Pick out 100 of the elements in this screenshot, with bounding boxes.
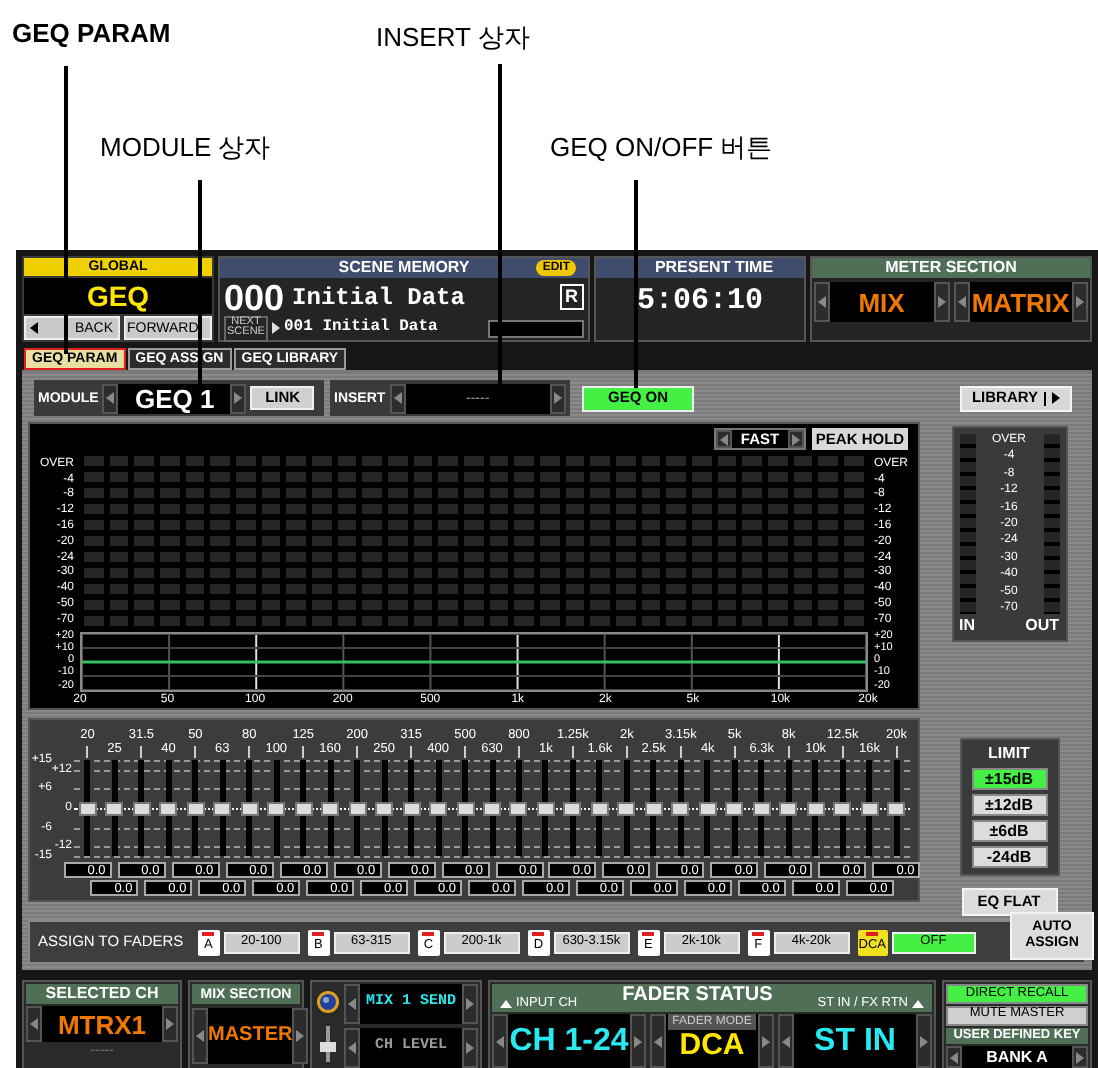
up-triangle-icon: [912, 1000, 924, 1009]
fader-knob[interactable]: [456, 801, 475, 815]
fader-knob[interactable]: [590, 801, 609, 815]
fader-knob[interactable]: [887, 801, 906, 815]
left-triangle-icon: [30, 1018, 38, 1030]
fader-knob[interactable]: [725, 801, 744, 815]
fader-icon: [320, 1026, 336, 1062]
previous-button[interactable]: [953, 282, 969, 322]
previous-button[interactable]: [192, 1008, 208, 1064]
next-button[interactable]: [550, 383, 566, 413]
meter-label: OUT: [1025, 618, 1059, 634]
fader-knob[interactable]: [617, 801, 636, 815]
limit-option[interactable]: ±6dB: [971, 820, 1047, 842]
next-button[interactable]: [230, 383, 247, 413]
previous-button[interactable]: [26, 1006, 42, 1042]
right-triangle-icon: [466, 1042, 474, 1054]
fader-knob[interactable]: [294, 801, 313, 815]
right-triangle-icon: [762, 1035, 770, 1048]
fader-knob[interactable]: [671, 801, 690, 815]
right-triangle-icon: [1076, 296, 1084, 308]
empty-display: [488, 319, 584, 337]
meter-source: MATRIX: [969, 282, 1072, 322]
previous-button[interactable]: [102, 383, 119, 413]
next-button[interactable]: [462, 984, 478, 1024]
next-button[interactable]: [292, 1008, 309, 1064]
fader-knob[interactable]: [429, 801, 448, 815]
limit-option[interactable]: ±15dB: [971, 768, 1047, 790]
fader-knob[interactable]: [644, 801, 663, 815]
limit-option[interactable]: -24dB: [971, 846, 1047, 868]
next-scene-name: 001 Initial Data: [284, 320, 438, 336]
previous-button[interactable]: [946, 1046, 962, 1068]
limit-label: LIMIT: [988, 746, 1030, 762]
mix-value: MASTER: [208, 1008, 293, 1064]
next-button[interactable]: [758, 1014, 774, 1068]
previous-button[interactable]: [389, 383, 406, 413]
module-value: GEQ 1: [118, 383, 231, 413]
scene-number: 000: [224, 279, 285, 315]
right-triangle-icon: [554, 392, 562, 404]
fader-knob[interactable]: [267, 801, 286, 815]
fader-knob[interactable]: [375, 801, 394, 815]
fader-value: ST IN: [794, 1014, 916, 1068]
fader-knob[interactable]: [509, 801, 528, 815]
right-triangle-icon: [937, 296, 945, 308]
fader-knob[interactable]: [536, 801, 555, 815]
panel-title: SELECTED CH: [26, 984, 178, 1004]
next-button[interactable]: [630, 1014, 646, 1068]
next-button[interactable]: [162, 1006, 178, 1042]
fader-knob[interactable]: [348, 801, 367, 815]
next-button[interactable]: [916, 1014, 932, 1068]
fader-knob[interactable]: [806, 801, 825, 815]
previous-button[interactable]: [344, 1028, 360, 1068]
previous-button[interactable]: [650, 1014, 666, 1068]
fader-knob[interactable]: [402, 801, 421, 815]
up-triangle-icon: [500, 1000, 512, 1009]
scene-name: Initial Data: [292, 285, 465, 309]
previous-button[interactable]: [344, 984, 360, 1024]
fader-knob[interactable]: [698, 801, 717, 815]
limit-option[interactable]: ±12dB: [971, 794, 1047, 816]
right-triangle-icon: [1076, 1051, 1084, 1064]
fader-knob[interactable]: [321, 801, 340, 815]
previous-button[interactable]: [492, 1014, 508, 1068]
callout-label: GEQ PARAM: [12, 20, 171, 46]
fader-knob[interactable]: [78, 801, 97, 815]
fader-knob[interactable]: [483, 801, 501, 815]
right-triangle-icon: [296, 1030, 305, 1042]
next-button[interactable]: [788, 430, 804, 448]
next-button[interactable]: [462, 1028, 478, 1068]
fader-knob[interactable]: [752, 801, 771, 815]
right-triangle-icon: [272, 322, 280, 334]
channel-value: MTRX1: [42, 1006, 162, 1042]
fader-knob[interactable]: [240, 801, 259, 815]
panel-title: SCENE MEMORY: [338, 260, 470, 276]
left-triangle-icon: [393, 392, 402, 404]
fader-knob[interactable]: [159, 801, 178, 815]
next-button[interactable]: [1072, 1046, 1088, 1068]
left-triangle-icon: [654, 1035, 662, 1048]
time-display: 5:06:10: [634, 281, 765, 321]
right-triangle-icon: [466, 998, 474, 1010]
left-triangle-icon: [957, 296, 965, 308]
fader-knob[interactable]: [779, 801, 798, 815]
previous-button[interactable]: [778, 1014, 794, 1068]
fader-knob[interactable]: [563, 801, 582, 815]
meter-label: IN: [959, 618, 975, 634]
screen-name: GEQ: [24, 278, 212, 314]
right-triangle-icon: [792, 433, 800, 445]
fader-knob[interactable]: [105, 801, 124, 815]
fader-knob[interactable]: [132, 801, 151, 815]
fader-value: CH 1-24: [508, 1014, 630, 1068]
left-triangle-icon: [106, 392, 115, 404]
right-triangle-icon: [234, 392, 243, 404]
next-button[interactable]: [1072, 282, 1088, 322]
fader-knob[interactable]: [833, 801, 852, 815]
panel-title: FADER STATUS: [622, 986, 773, 1006]
previous-button[interactable]: [716, 430, 732, 448]
fader-knob[interactable]: [186, 801, 205, 815]
fader-knob[interactable]: [860, 801, 879, 815]
right-triangle-icon: [166, 1018, 174, 1030]
left-triangle-icon: [348, 1042, 356, 1054]
previous-button[interactable]: [814, 282, 830, 322]
fader-knob[interactable]: [213, 801, 232, 815]
